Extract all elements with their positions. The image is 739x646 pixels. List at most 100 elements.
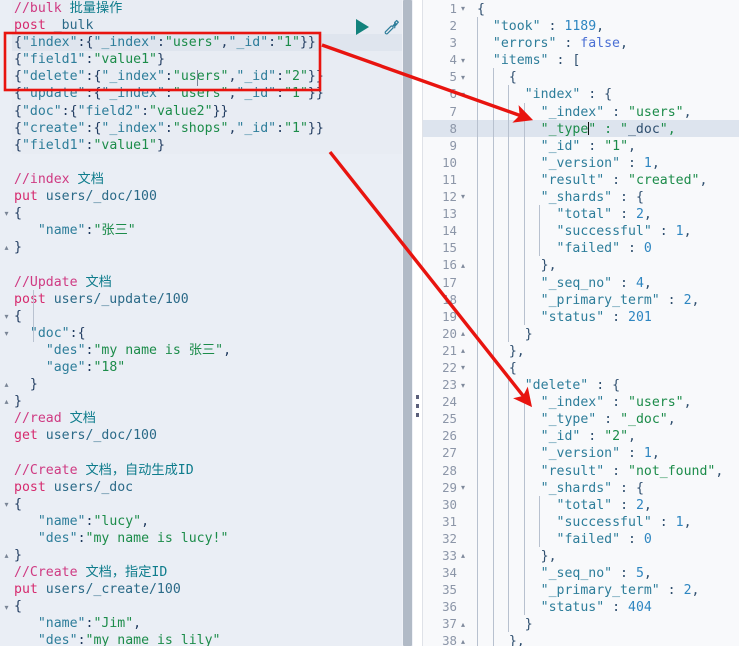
fold-toggle-icon[interactable]: ▴ bbox=[457, 616, 469, 633]
response-line[interactable]: 32 "failed" : 0 bbox=[423, 529, 739, 547]
editor-line[interactable]: } bbox=[12, 393, 402, 410]
editor-code-area[interactable]: //bulk 批量操作 post _bulk {"index":{"_index":… bbox=[12, 0, 402, 646]
editor-line[interactable]: "age":"18" bbox=[12, 359, 402, 376]
editor-line[interactable]: { bbox=[12, 496, 402, 513]
response-line[interactable]: 4 ▾ "items" : [ bbox=[423, 51, 739, 69]
editor-fold-gutter[interactable]: ▾ ▴ ▾ ▾ ▴ ▴ ▾ ▴ ▾ bbox=[0, 0, 12, 646]
editor-line[interactable]: //Create 文档，自动生成ID bbox=[12, 462, 402, 479]
editor-line[interactable]: {"doc":{"field2":"value2"}} bbox=[12, 102, 402, 120]
response-line[interactable]: 33 ▴ }, bbox=[423, 547, 739, 565]
fold-toggle-icon[interactable]: ▾ bbox=[2, 312, 11, 321]
editor-line[interactable]: { bbox=[12, 598, 402, 615]
response-line[interactable]: 31 "successful" : 1, bbox=[423, 512, 739, 530]
response-line[interactable]: 25 "_type" : "_doc", bbox=[423, 410, 739, 428]
response-line[interactable]: 13 "total" : 2, bbox=[423, 205, 739, 223]
response-line[interactable]: 37 ▴ } bbox=[423, 615, 739, 633]
editor-line[interactable]: } bbox=[12, 547, 402, 564]
fold-toggle-icon[interactable]: ▾ bbox=[2, 329, 11, 338]
editor-line[interactable]: //Update 文档 bbox=[12, 274, 402, 291]
editor-line[interactable]: "doc":{ bbox=[12, 325, 402, 342]
editor-line[interactable]: {"field1":"value1"} bbox=[12, 51, 402, 69]
editor-line[interactable]: {"update":{"_index":"users","_id":"1"}} bbox=[12, 85, 402, 103]
fold-toggle-icon[interactable]: ▴ bbox=[457, 257, 469, 274]
editor-line[interactable]: "des":"my name is lucy!" bbox=[12, 530, 402, 547]
editor-scrollbar-thumb[interactable] bbox=[403, 0, 412, 646]
editor-line[interactable]: { bbox=[12, 205, 402, 222]
editor-line[interactable]: { bbox=[12, 308, 402, 325]
response-line[interactable]: 9 "_id" : "1", bbox=[423, 136, 739, 154]
response-line[interactable]: 11 "result" : "created", bbox=[423, 170, 739, 189]
fold-toggle-icon[interactable]: ▾ bbox=[457, 52, 469, 69]
editor-line[interactable]: get users/_doc/100 bbox=[12, 427, 402, 444]
fold-toggle-icon[interactable]: ▴ bbox=[457, 547, 469, 564]
fold-toggle-icon[interactable]: ▴ bbox=[457, 633, 469, 646]
editor-line[interactable]: "name":"Jim", bbox=[12, 615, 402, 632]
fold-toggle-icon[interactable]: ▴ bbox=[2, 551, 11, 560]
fold-toggle-icon[interactable]: ▾ bbox=[457, 86, 469, 103]
editor-line[interactable]: {"delete":{"_index":"users","_id":"2"}} bbox=[12, 68, 402, 86]
editor-line[interactable]: post users/_update/100 bbox=[12, 291, 402, 308]
editor-line[interactable]: post _bulk bbox=[12, 17, 402, 35]
response-viewer-pane[interactable]: 1 ▾{2 "took" : 1189, 3 "errors" : false, 4 ▾… bbox=[422, 0, 739, 646]
response-line[interactable]: 8 "_type" : "_doc", bbox=[423, 119, 739, 137]
response-line[interactable]: 22 ▾ { bbox=[423, 358, 739, 377]
response-line[interactable]: 17 "_seq_no" : 4, bbox=[423, 273, 739, 291]
response-line[interactable]: 38 ▴ }, bbox=[423, 632, 739, 646]
fold-toggle-icon[interactable]: ▴ bbox=[2, 243, 11, 252]
response-line[interactable]: 16 ▴ }, bbox=[423, 256, 739, 274]
editor-line[interactable]: {"index":{"_index":"users","_id":"1"}} bbox=[12, 34, 402, 52]
response-line[interactable]: 19 "status" : 201 bbox=[423, 307, 739, 325]
editor-line[interactable]: } bbox=[12, 239, 402, 256]
editor-line[interactable] bbox=[12, 154, 402, 171]
response-line[interactable]: 23 ▾ "delete" : { bbox=[423, 376, 739, 394]
response-line[interactable]: 2 "took" : 1189, bbox=[423, 17, 739, 35]
editor-line[interactable]: "des":"my name is 张三", bbox=[12, 342, 402, 359]
editor-line[interactable]: //bulk 批量操作 bbox=[12, 0, 402, 18]
fold-toggle-icon[interactable]: ▾ bbox=[2, 500, 11, 509]
response-line[interactable]: 14 "successful" : 1, bbox=[423, 222, 739, 240]
editor-line[interactable]: {"create":{"_index":"shops","_id":"1"}} bbox=[12, 119, 402, 137]
editor-scrollbar-track[interactable] bbox=[402, 0, 413, 646]
fold-toggle-icon[interactable]: ▾ bbox=[457, 188, 469, 205]
editor-line[interactable]: put users/_doc/100 bbox=[12, 188, 402, 205]
response-line[interactable]: 1 ▾ { bbox=[423, 0, 739, 17]
editor-line[interactable] bbox=[12, 256, 402, 273]
fold-toggle-icon[interactable]: ▴ bbox=[457, 325, 469, 342]
response-line[interactable]: 12 ▾ "_shards" : { bbox=[423, 188, 739, 206]
fold-toggle-icon[interactable]: ▾ bbox=[457, 479, 469, 496]
response-line[interactable]: 28 "result" : "not_found", bbox=[423, 461, 739, 479]
fold-toggle-icon[interactable]: ▾ bbox=[457, 377, 469, 394]
response-line[interactable]: 30 "total" : 2, bbox=[423, 495, 739, 513]
fold-toggle-icon[interactable]: ▾ bbox=[2, 209, 11, 218]
response-line[interactable]: 21 ▴ }, bbox=[423, 341, 739, 359]
editor-line[interactable]: //index 文档 bbox=[12, 171, 402, 188]
editor-line[interactable]: //Create 文档，指定ID bbox=[12, 564, 402, 581]
fold-toggle-icon[interactable]: ▴ bbox=[2, 397, 11, 406]
response-line[interactable]: 29 ▾ "_shards" : { bbox=[423, 478, 739, 496]
response-line[interactable]: 36 "status" : 404 bbox=[423, 598, 739, 616]
editor-line[interactable]: "des":"my name is lily" bbox=[12, 632, 402, 646]
response-line[interactable]: 6 ▾ "index" : { bbox=[423, 85, 739, 103]
editor-line[interactable]: {"field1":"value1"} bbox=[12, 136, 402, 154]
response-line[interactable]: 27 "_version" : 1, bbox=[423, 444, 739, 462]
editor-line[interactable]: "name":"张三" bbox=[12, 222, 402, 239]
response-line[interactable]: 35 "_primary_term" : 2, bbox=[423, 581, 739, 599]
play-icon[interactable] bbox=[356, 19, 369, 35]
response-line[interactable]: 5 ▾ { bbox=[423, 68, 739, 86]
editor-line[interactable]: post users/_doc bbox=[12, 479, 402, 496]
editor-line[interactable]: } bbox=[12, 376, 402, 393]
response-line[interactable]: 20 ▴ } bbox=[423, 324, 739, 342]
editor-line[interactable]: "name":"lucy", bbox=[12, 513, 402, 530]
fold-toggle-icon[interactable]: ▴ bbox=[2, 380, 11, 389]
response-line[interactable]: 10 "_version" : 1, bbox=[423, 153, 739, 171]
response-line[interactable]: 26 "_id" : "2", bbox=[423, 427, 739, 445]
response-line[interactable]: 15 "failed" : 0 bbox=[423, 239, 739, 257]
fold-toggle-icon[interactable]: ▾ bbox=[457, 69, 469, 86]
response-line[interactable]: 24 "_index" : "users", bbox=[423, 393, 739, 411]
fold-toggle-icon[interactable]: ▾ bbox=[457, 0, 469, 17]
response-line[interactable]: 18 "_primary_term" : 2, bbox=[423, 290, 739, 308]
editor-line[interactable]: //read 文档 bbox=[12, 410, 402, 427]
response-line[interactable]: 34 "_seq_no" : 5, bbox=[423, 564, 739, 582]
fold-toggle-icon[interactable]: ▾ bbox=[2, 603, 11, 612]
fold-toggle-icon[interactable]: ▴ bbox=[457, 342, 469, 359]
